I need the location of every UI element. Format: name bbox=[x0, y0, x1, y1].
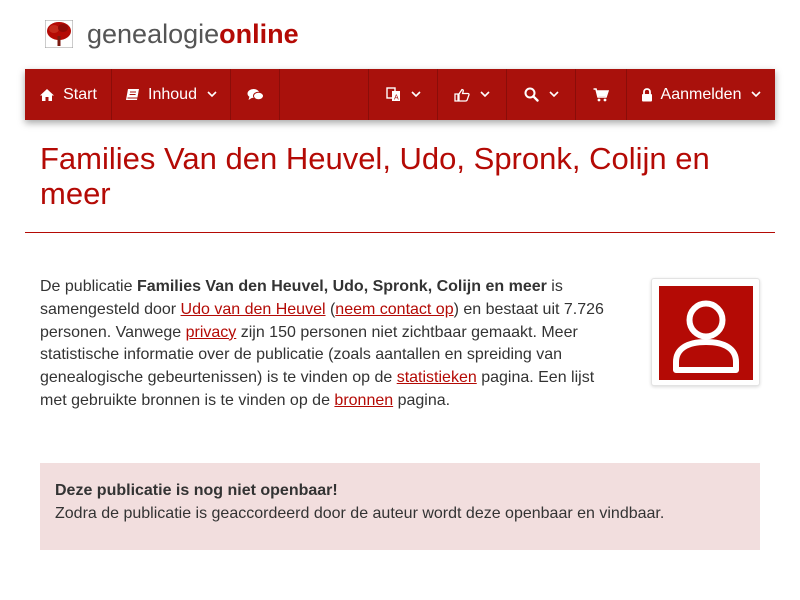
book-icon bbox=[126, 88, 140, 100]
nav-social[interactable] bbox=[438, 69, 507, 120]
privacy-link[interactable]: privacy bbox=[186, 324, 237, 341]
alert-title: Deze publicatie is nog niet openbaar! bbox=[55, 482, 338, 499]
comments-icon bbox=[247, 88, 264, 100]
main-navbar: Start Inhoud A Aanmelden bbox=[25, 69, 775, 120]
contact-link[interactable]: neem contact op bbox=[335, 301, 453, 318]
translate-icon: A bbox=[385, 87, 400, 102]
thumbs-up-icon bbox=[454, 88, 470, 102]
nav-language[interactable]: A bbox=[369, 69, 438, 120]
page-title: Families Van den Heuvel, Udo, Spronk, Co… bbox=[40, 141, 710, 211]
logo-text-regular: genealogie bbox=[87, 19, 220, 49]
logo-text-strong: online bbox=[219, 19, 299, 49]
nav-spacer bbox=[280, 69, 369, 120]
author-avatar[interactable] bbox=[651, 278, 760, 386]
tree-icon[interactable] bbox=[45, 20, 73, 48]
search-icon bbox=[524, 87, 539, 102]
intro-text-3: ( bbox=[325, 300, 336, 318]
publication-name: Families Van den Heuvel, Udo, Spronk, Co… bbox=[136, 278, 547, 295]
nav-login[interactable]: Aanmelden bbox=[627, 69, 775, 120]
chevron-down-icon bbox=[751, 91, 762, 98]
nav-contents[interactable]: Inhoud bbox=[112, 69, 231, 120]
avatar-background bbox=[659, 286, 753, 380]
title-divider bbox=[25, 232, 775, 233]
lock-icon bbox=[641, 87, 652, 101]
nav-cart[interactable] bbox=[576, 69, 627, 120]
chevron-down-icon bbox=[480, 91, 490, 98]
nav-login-label: Aanmelden bbox=[660, 85, 742, 103]
nav-contents-label: Inhoud bbox=[148, 85, 197, 103]
intro-text-7: pagina. bbox=[393, 391, 451, 409]
nav-search[interactable] bbox=[507, 69, 576, 120]
chevron-down-icon bbox=[207, 91, 217, 98]
nav-chat[interactable] bbox=[231, 69, 280, 120]
not-public-alert: Deze publicatie is nog niet openbaar! Zo… bbox=[40, 463, 760, 550]
chevron-down-icon bbox=[548, 91, 559, 98]
sources-link[interactable]: bronnen bbox=[334, 392, 393, 409]
statistics-link[interactable]: statistieken bbox=[397, 369, 477, 386]
home-icon bbox=[40, 88, 55, 101]
site-header: genealogieonline bbox=[0, 0, 800, 69]
nav-start[interactable]: Start bbox=[25, 69, 112, 120]
publication-intro: De publicatie Families Van den Heuvel, U… bbox=[40, 276, 620, 413]
author-link[interactable]: Udo van den Heuvel bbox=[181, 301, 326, 318]
svg-text:A: A bbox=[394, 95, 399, 102]
user-icon bbox=[673, 300, 739, 373]
cart-icon bbox=[593, 87, 609, 101]
site-logo[interactable]: genealogieonline bbox=[87, 17, 299, 51]
alert-body: Zodra de publicatie is geaccordeerd door… bbox=[55, 505, 665, 522]
chevron-down-icon bbox=[410, 91, 421, 98]
intro-text-1: De publicatie bbox=[40, 278, 137, 295]
nav-start-label: Start bbox=[63, 85, 97, 103]
